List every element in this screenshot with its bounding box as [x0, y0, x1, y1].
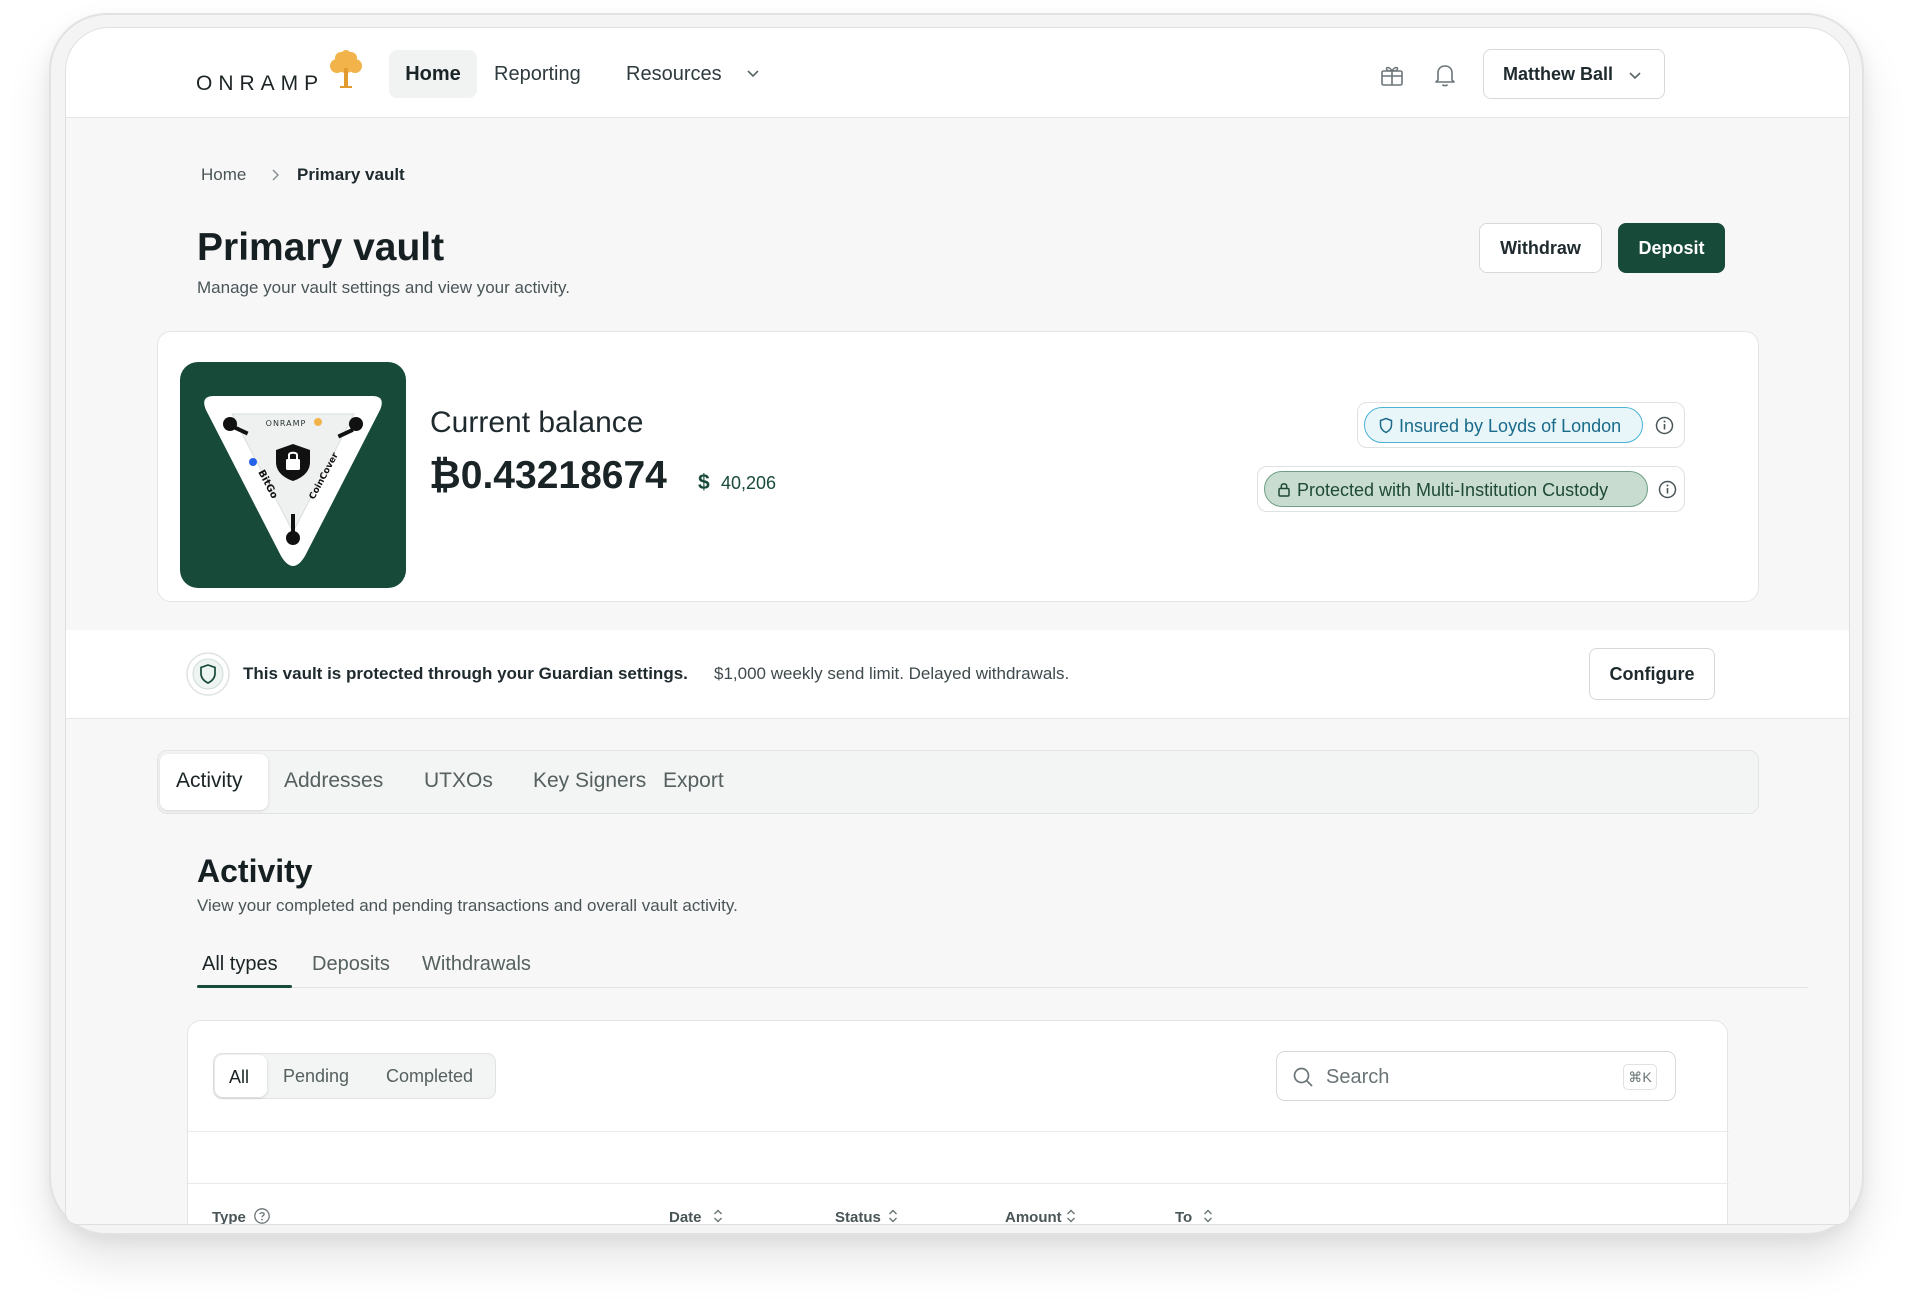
bell-icon[interactable]	[1432, 61, 1458, 89]
chevron-down-icon	[1629, 72, 1641, 80]
chevron-right-icon	[272, 169, 280, 181]
transactions-card: All Pending Completed Search ⌘K Type Dat…	[187, 1020, 1729, 1225]
activity-title: Activity	[197, 853, 313, 889]
shield-icon	[186, 652, 230, 696]
onramp-logo[interactable]: ONRAMP	[196, 72, 324, 96]
table-divider	[188, 1131, 1729, 1132]
column-amount[interactable]: Amount	[1005, 1209, 1062, 1224]
user-menu-button[interactable]: Matthew Ball	[1483, 49, 1665, 99]
column-type: Type	[212, 1209, 246, 1225]
sort-icon[interactable]	[884, 1207, 902, 1225]
breadcrumb-home[interactable]: Home	[201, 165, 246, 185]
column-date[interactable]: Date	[669, 1209, 702, 1224]
sort-icon[interactable]	[709, 1207, 727, 1225]
subtab-deposits[interactable]: Deposits	[312, 953, 390, 976]
vault-tabs: Activity Addresses UTXOs Key Signers Exp…	[157, 750, 1759, 814]
tab-activity[interactable]: Activity	[160, 754, 268, 810]
tab-utxos[interactable]: UTXOs	[424, 769, 493, 793]
column-status[interactable]: Status	[835, 1209, 881, 1224]
user-name: Matthew Ball	[1503, 64, 1614, 84]
insured-badge-label: Insured by Loyds of London	[1399, 416, 1622, 436]
search-placeholder: Search	[1326, 1066, 1390, 1088]
balance-label: Current balance	[430, 406, 644, 439]
activity-subtitle: View your completed and pending transact…	[197, 896, 738, 915]
status-filter: All Pending Completed	[213, 1053, 496, 1099]
insured-badge: Insured by Loyds of London	[1364, 407, 1643, 443]
guardian-notice: This vault is protected through your Gua…	[66, 630, 1849, 719]
filter-all[interactable]: All	[215, 1055, 267, 1097]
withdraw-button[interactable]: Withdraw	[1479, 223, 1602, 273]
nav-resources[interactable]: Resources	[626, 50, 722, 98]
help-icon[interactable]	[253, 1207, 271, 1225]
breadcrumb-current: Primary vault	[297, 165, 405, 184]
protected-badge-container: Protected with Multi-Institution Custody	[1257, 466, 1685, 512]
vault-illustration: ONRAMP BitGo CoinCover	[180, 362, 406, 588]
dollar-icon: $	[698, 471, 710, 494]
info-icon[interactable]	[1657, 479, 1678, 500]
shield-icon	[1379, 417, 1393, 434]
filter-pending[interactable]: Pending	[283, 1066, 349, 1087]
guardian-message-detail: $1,000 weekly send limit. Delayed withdr…	[714, 664, 1070, 683]
page-subtitle: Manage your vault settings and view your…	[197, 278, 570, 297]
app-screen: ONRAMP Home Reporting Resources Matthew …	[65, 27, 1850, 1225]
balance-usd-amount: 40,206	[721, 473, 777, 493]
page-title: Primary vault	[197, 226, 445, 269]
balance-card: ONRAMP BitGo CoinCover Current balance ₿…	[157, 331, 1759, 602]
subtab-active-indicator	[197, 985, 292, 988]
tree-logo-icon	[330, 50, 362, 88]
table-header-divider	[188, 1183, 1729, 1184]
guardian-message-bold: This vault is protected through your Gua…	[243, 664, 688, 683]
deposit-button[interactable]: Deposit	[1618, 223, 1725, 273]
subtab-divider	[197, 987, 1808, 988]
search-shortcut: ⌘K	[1623, 1064, 1657, 1090]
filter-completed[interactable]: Completed	[386, 1066, 473, 1087]
vault-triangle-icon: ONRAMP BitGo CoinCover	[204, 396, 382, 566]
protected-badge-label: Protected with Multi-Institution Custody	[1297, 480, 1609, 500]
search-input[interactable]: Search ⌘K	[1276, 1051, 1676, 1101]
vault-brand-text: ONRAMP	[266, 419, 307, 428]
gift-icon[interactable]	[1379, 62, 1405, 88]
nav-home[interactable]: Home	[389, 50, 477, 98]
subtab-withdrawals[interactable]: Withdrawals	[422, 953, 531, 976]
sort-icon[interactable]	[1062, 1207, 1080, 1225]
balance-btc-amount: ₿0.43218674	[429, 454, 667, 497]
sort-icon[interactable]	[1199, 1207, 1217, 1225]
tab-addresses[interactable]: Addresses	[284, 769, 383, 793]
subtab-all-types[interactable]: All types	[202, 953, 278, 976]
insured-badge-container: Insured by Loyds of London	[1357, 402, 1685, 448]
tab-export[interactable]: Export	[663, 769, 724, 793]
search-icon	[1293, 1067, 1313, 1087]
chevron-down-icon[interactable]	[745, 65, 761, 81]
lock-icon	[1278, 483, 1290, 497]
tab-key-signers[interactable]: Key Signers	[533, 769, 646, 793]
info-icon[interactable]	[1654, 415, 1675, 436]
column-to[interactable]: To	[1175, 1209, 1192, 1224]
nav-reporting[interactable]: Reporting	[494, 50, 581, 98]
protected-badge: Protected with Multi-Institution Custody	[1264, 471, 1648, 507]
configure-button[interactable]: Configure	[1589, 648, 1715, 700]
top-nav-bar: ONRAMP Home Reporting Resources Matthew …	[66, 28, 1849, 118]
